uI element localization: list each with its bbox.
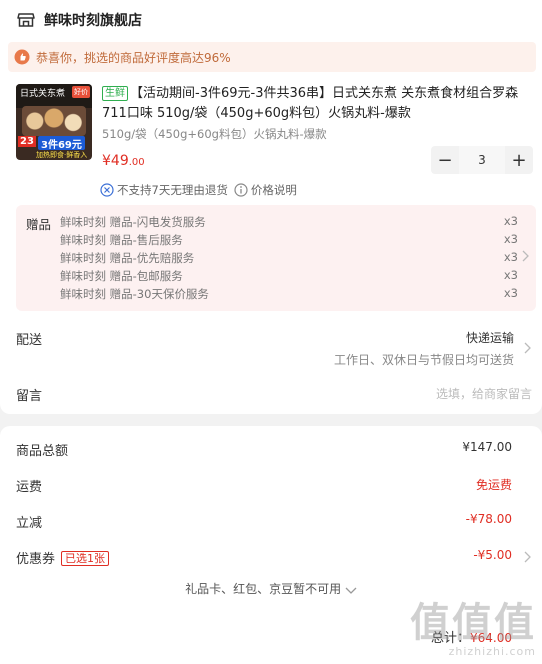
product-price: ¥49.00 (102, 153, 145, 169)
quantity-stepper: − 3 + (431, 146, 533, 174)
info-icon[interactable] (234, 183, 248, 197)
coupon-label: 优惠券 (16, 552, 56, 567)
goods-total-label: 商品总额 (16, 444, 69, 459)
goods-total-value: ¥147.00 (462, 440, 512, 454)
chevron-right-icon (524, 551, 531, 563)
thumb-promo: 3件69元 (38, 136, 85, 151)
chevron-right-icon (524, 342, 531, 354)
fresh-tag: 生鲜 (102, 86, 128, 101)
price-note-link[interactable]: 价格说明 (251, 182, 297, 198)
message-label: 留言 (16, 389, 43, 404)
store-header[interactable]: 鲜味时刻旗舰店 (16, 8, 142, 32)
gift-item-text: 鲜味时刻 赠品-售后服务 (60, 233, 183, 247)
product-thumbnail[interactable]: 日式关东煮 好价 23 3件69元 加热即食·鲜香入味 (16, 84, 92, 160)
chevron-down-icon (345, 587, 357, 594)
store-icon (17, 13, 35, 27)
gift-item-qty: x3 (503, 250, 518, 264)
shipping-row: 运费 免运费 (16, 476, 532, 495)
product-spec: 510g/袋（450g+60g料包）火锅丸料-爆款 (102, 127, 327, 141)
delivery-row[interactable]: 配送 快递运输 工作日、双休日与节假日均可送货 (16, 326, 532, 367)
gift-item-qty: x3 (503, 286, 518, 300)
gift-item: 鲜味时刻 赠品-闪电发货服务 x3 (60, 214, 518, 230)
gift-label: 赠品 (26, 217, 52, 232)
gift-item-qty: x3 (503, 232, 518, 246)
store-name: 鲜味时刻旗舰店 (44, 13, 142, 29)
order-card: 鲜味时刻旗舰店 恭喜你，挑选的商品好评度高达96% 日式关东煮 好价 23 3件… (0, 0, 542, 414)
unavailable-note-text: 礼品卡、红包、京豆暂不可用 (185, 582, 342, 596)
watermark-url: zhizhizhi.com (448, 645, 536, 658)
discount-label: 立减 (16, 516, 43, 531)
notice-text: 恭喜你，挑选的商品好评度高达96% (36, 50, 231, 65)
return-policy-row: 不支持7天无理由退货 价格说明 (100, 182, 297, 198)
gift-item-qty: x3 (503, 214, 518, 228)
delivery-time: 工作日、双休日与节假日均可送货 (333, 353, 514, 367)
quantity-value[interactable]: 3 (459, 146, 505, 174)
price-cents: .00 (128, 157, 145, 168)
gift-item-text: 鲜味时刻 赠品-30天保价服务 (60, 287, 209, 301)
shipping-value: 免运费 (475, 478, 512, 492)
gift-item-text: 鲜味时刻 赠品-闪电发货服务 (60, 215, 206, 229)
coupon-value: -¥5.00 (473, 548, 512, 562)
gift-item-text: 鲜味时刻 赠品-包邮服务 (60, 269, 183, 283)
thumb-tag: 好价 (72, 86, 90, 98)
chevron-right-icon (522, 250, 529, 262)
coupon-row[interactable]: 优惠券 已选1张 -¥5.00 (16, 548, 532, 567)
delivery-label: 配送 (16, 333, 43, 348)
gift-item-qty: x3 (503, 268, 518, 282)
decrease-button[interactable]: − (431, 146, 459, 174)
discount-value: -¥78.00 (465, 512, 512, 526)
gift-item: 鲜味时刻 赠品-包邮服务 x3 (60, 268, 518, 284)
goods-total-row: 商品总额 ¥147.00 (16, 440, 532, 459)
no-return-icon (100, 183, 114, 197)
gift-item: 鲜味时刻 赠品-售后服务 x3 (60, 232, 518, 248)
message-row[interactable]: 留言 选填，给商家留言 (16, 383, 532, 404)
shipping-label: 运费 (16, 480, 43, 495)
thumb-count: 23 (18, 136, 36, 147)
discount-row: 立减 -¥78.00 (16, 512, 532, 531)
increase-button[interactable]: + (505, 146, 533, 174)
product-title[interactable]: 生鲜 【活动期间-3件69元-3件共36串】日式关东煮 关东煮食材组合罗森711口… (102, 84, 532, 124)
thumb-subtitle: 加热即食·鲜香入味 (36, 151, 88, 159)
rating-notice: 恭喜你，挑选的商品好评度高达96% (8, 42, 536, 72)
delivery-method: 快递运输 (465, 331, 514, 345)
thumb-food-image (22, 106, 86, 136)
coupon-badge: 已选1张 (61, 551, 110, 566)
message-input[interactable]: 选填，给商家留言 (436, 385, 532, 402)
thumbs-up-icon (14, 49, 30, 65)
coupon-label-group: 优惠券 已选1张 (16, 548, 110, 567)
gift-item: 鲜味时刻 赠品-优先赔服务 x3 (60, 250, 518, 266)
gift-item: 鲜味时刻 赠品-30天保价服务 x3 (60, 286, 518, 302)
no-return-text: 不支持7天无理由退货 (117, 183, 228, 197)
unavailable-note[interactable]: 礼品卡、红包、京豆暂不可用 (0, 580, 542, 597)
gift-panel[interactable]: 赠品 鲜味时刻 赠品-闪电发货服务 x3 鲜味时刻 赠品-售后服务 x3 鲜味时… (16, 205, 536, 311)
gift-item-text: 鲜味时刻 赠品-优先赔服务 (60, 251, 195, 265)
watermark: 值值值 zhizhizhi.com (410, 601, 536, 658)
watermark-logo: 值值值 (410, 600, 536, 646)
price-main: ¥49 (102, 153, 129, 169)
product-title-text: 【活动期间-3件69元-3件共36串】日式关东煮 关东煮食材组合罗森711口味 … (102, 86, 519, 121)
